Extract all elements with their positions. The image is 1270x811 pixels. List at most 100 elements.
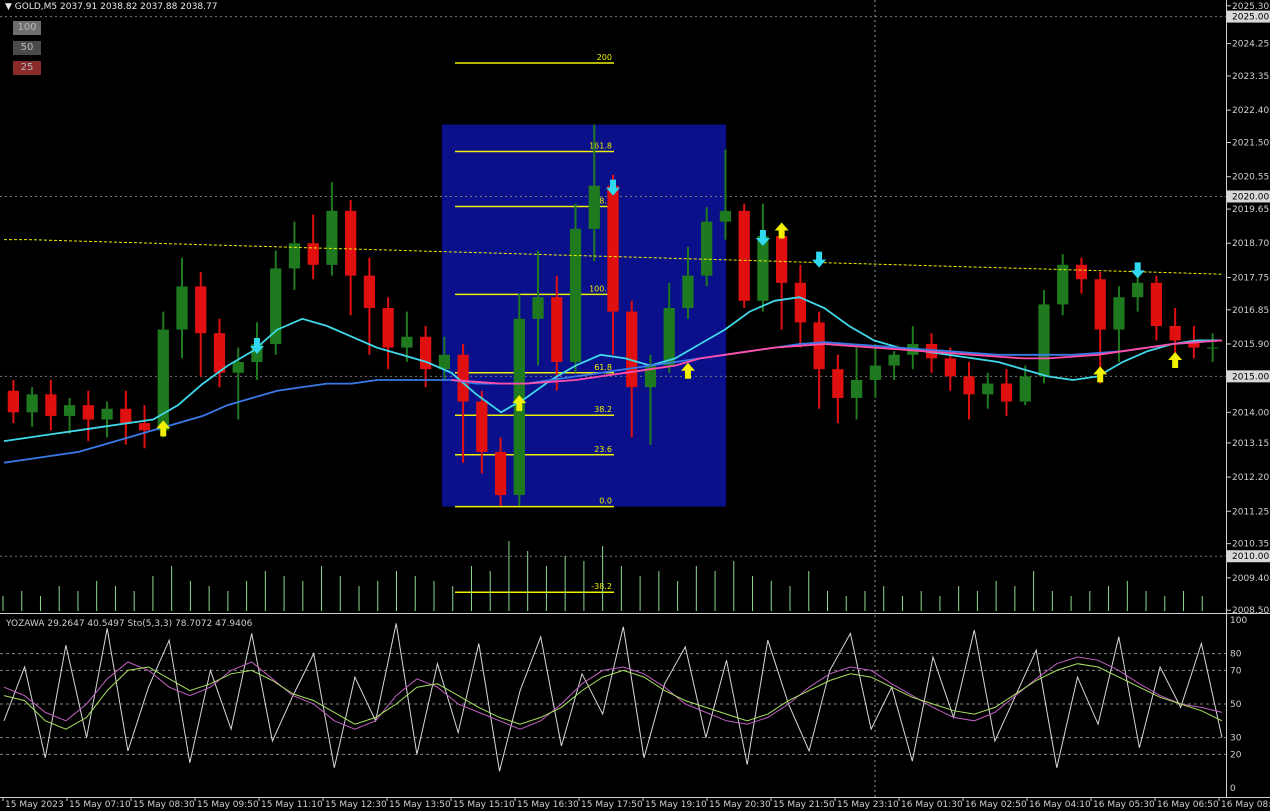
time-tick-label: 15 May 08:30 xyxy=(133,800,195,810)
candle-body xyxy=(944,358,956,377)
price-level-label: 2015.00 xyxy=(1232,372,1269,382)
time-tick-label: 15 May 21:50 xyxy=(773,800,835,810)
candle-body xyxy=(551,297,563,362)
price-tick-label: 2016.85 xyxy=(1232,306,1269,316)
candle-body xyxy=(1169,325,1181,341)
price-tick-label: 2011.25 xyxy=(1232,507,1269,517)
time-tick-label: 16 May 01:30 xyxy=(901,800,963,810)
price-level-label: 2025.00 xyxy=(1232,13,1269,23)
time-tick-label: 15 May 13:50 xyxy=(389,800,451,810)
stochastic-main-line xyxy=(3,623,1223,772)
time-tick-label: 15 May 20:30 xyxy=(709,800,771,810)
candle-body xyxy=(401,336,413,348)
candle-body xyxy=(532,297,544,319)
price-tick-label: 2023.35 xyxy=(1232,72,1269,82)
price-tick-label: 2009.40 xyxy=(1232,574,1269,584)
candle-body xyxy=(963,376,975,395)
fib-level-label: 161.8 xyxy=(589,142,612,151)
fib-level-label: 61.8 xyxy=(594,363,612,372)
price-tick-label: 2008.50 xyxy=(1232,606,1269,616)
time-axis[interactable]: 15 May 2023 15 May 07:10 15 May 08:30 15 Ma… xyxy=(2,797,1270,810)
price-tick-label: 2012.20 xyxy=(1232,473,1269,483)
candle-body xyxy=(776,236,788,283)
candle-body xyxy=(1150,282,1163,326)
trading-chart[interactable]: 200161.8138.2100.061.838.223.60.0-38.2 Y… xyxy=(0,0,1270,811)
time-tick-label: 15 May 11:10 xyxy=(261,800,323,810)
candle-body xyxy=(982,383,994,395)
candle-body xyxy=(888,354,900,366)
candle-body xyxy=(82,405,94,420)
fib-level-label: 23.6 xyxy=(594,445,612,454)
candle-body xyxy=(701,221,713,276)
candle-body xyxy=(307,243,319,265)
candle-body xyxy=(26,394,38,413)
price-tick-label: 2020.55 xyxy=(1232,173,1269,183)
candle-body xyxy=(1019,376,1031,402)
candle-body xyxy=(794,282,807,323)
time-tick-label: 15 May 16:30 xyxy=(517,800,579,810)
candle-body xyxy=(195,286,207,334)
candle-body xyxy=(663,308,675,366)
price-tick-label: 2013.15 xyxy=(1232,439,1269,449)
time-tick-label: 16 May 02:50 xyxy=(965,800,1027,810)
candle-body xyxy=(232,361,244,373)
candle-body xyxy=(738,210,750,301)
collapse-triangle-icon[interactable]: ▼ xyxy=(5,2,12,12)
candle-body xyxy=(213,333,226,373)
time-tick-label: 16 May 04:10 xyxy=(1029,800,1091,810)
time-tick-label: 16 May 05:30 xyxy=(1093,800,1155,810)
fib-level-label: 38.2 xyxy=(594,405,612,414)
oscillator-tick-label: 0 xyxy=(1230,784,1236,794)
candle-body xyxy=(120,408,132,424)
candle-body xyxy=(45,394,57,416)
candle-body xyxy=(1113,297,1125,330)
zoom-button-25[interactable]: 25 xyxy=(13,61,41,75)
price-tick-label: 2019.65 xyxy=(1232,205,1269,215)
candle-body xyxy=(869,365,881,380)
candle-body xyxy=(382,308,394,348)
candle-body xyxy=(1075,264,1088,280)
candle-body xyxy=(419,336,432,370)
candle-body xyxy=(363,275,376,308)
oscillator-tick-label: 30 xyxy=(1230,734,1242,744)
candle-body xyxy=(345,210,357,276)
candle-body xyxy=(1000,383,1013,402)
time-tick-label: 15 May 15:10 xyxy=(453,800,515,810)
zoom-button-100[interactable]: 100 xyxy=(13,21,41,35)
symbol-info: GOLD,M5 2037.91 2038.82 2037.88 2038.77 xyxy=(14,2,218,12)
price-tick-label: 2017.75 xyxy=(1232,273,1269,283)
candle-body xyxy=(719,210,732,222)
candle-body xyxy=(476,401,488,452)
candle-body xyxy=(326,210,338,265)
price-tick-label: 2014.00 xyxy=(1232,408,1269,418)
fib-level-label: 0.0 xyxy=(599,497,612,506)
price-tick-label: 2010.35 xyxy=(1232,540,1269,550)
candle-body xyxy=(457,354,469,402)
time-tick-label: 15 May 23:10 xyxy=(837,800,899,810)
price-level-label: 2010.00 xyxy=(1232,552,1269,562)
candle-body xyxy=(101,408,113,420)
time-tick-label: 16 May 06:50 xyxy=(1157,800,1219,810)
candle-body xyxy=(1094,279,1106,330)
price-tick-label: 2015.90 xyxy=(1232,340,1269,350)
time-tick-label: 15 May 12:30 xyxy=(325,800,387,810)
candle-body xyxy=(682,275,694,308)
candle-body xyxy=(588,185,600,229)
time-tick-label: 15 May 09:50 xyxy=(197,800,259,810)
time-tick-label: 15 May 17:50 xyxy=(581,800,643,810)
symbol-header[interactable]: ▼ GOLD,M5 2037.91 2038.82 2037.88 2038.7… xyxy=(5,2,217,12)
candle-body xyxy=(438,354,450,370)
price-tick-label: 2024.25 xyxy=(1232,40,1269,50)
candle-body xyxy=(270,268,282,344)
price-tick-label: 2018.70 xyxy=(1232,239,1269,249)
zoom-button-50[interactable]: 50 xyxy=(13,41,41,55)
stochastic-signal_b-line xyxy=(3,663,1223,730)
oscillator-panel[interactable]: YOZAWA 29.2647 40.5497 Sto(5,3,3) 78.707… xyxy=(0,619,1226,772)
price-axis[interactable]: 2025.30 2024.25 2023.35 2022.40 2021.50 2020.… xyxy=(1227,2,1270,616)
candle-body xyxy=(607,185,619,312)
oscillator-axis: 100 80 70 50 30 20 0 xyxy=(1230,616,1247,794)
candle-body xyxy=(138,423,151,431)
price-tick-label: 2021.50 xyxy=(1232,139,1269,149)
time-tick-label: 15 May 2023 xyxy=(5,800,64,810)
candle-body xyxy=(63,405,76,416)
